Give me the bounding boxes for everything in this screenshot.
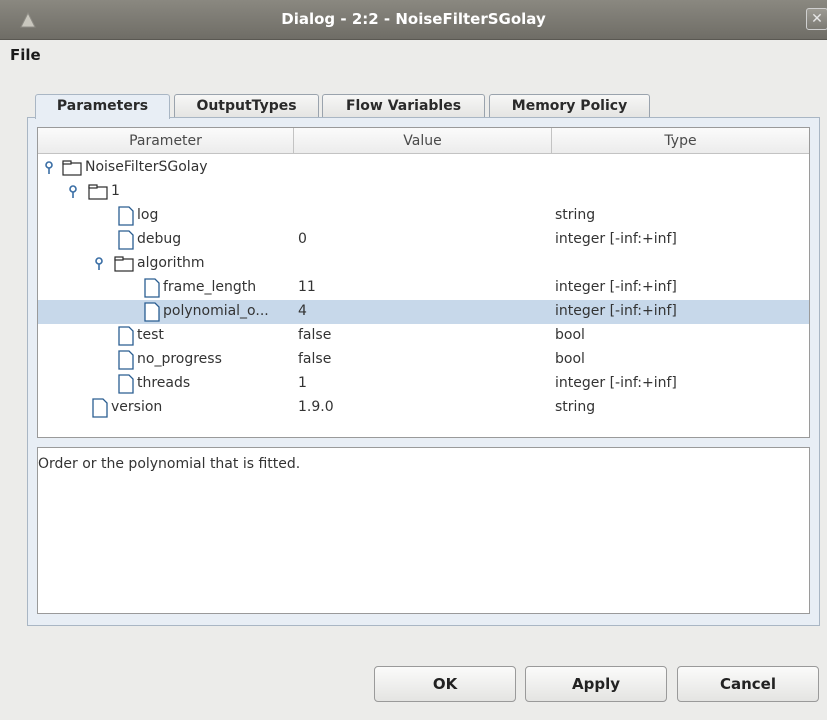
folder-icon (88, 184, 108, 200)
parameter-name: NoiseFilterSGolay (85, 159, 208, 175)
parameter-name: frame_length (163, 279, 257, 295)
file-icon (92, 398, 108, 418)
expand-toggle-icon[interactable] (68, 185, 78, 199)
table-header: Parameter Value Type (38, 128, 809, 154)
parameter-type: integer [-inf:+inf] (555, 303, 677, 319)
parameter-type: bool (555, 327, 585, 343)
parameter-description-panel: Order or the polynomial that is fitted. (37, 447, 810, 614)
parameter-value[interactable]: false (298, 327, 331, 343)
file-icon (144, 302, 160, 322)
column-header-parameter[interactable]: Parameter (38, 128, 294, 154)
tab-flow-variables[interactable]: Flow Variables (322, 94, 485, 119)
parameter-value[interactable]: 1.9.0 (298, 399, 334, 415)
tree-row-no-progress[interactable]: no_progress false bool (38, 348, 809, 372)
file-icon (144, 278, 160, 298)
parameter-type: string (555, 207, 596, 223)
parameter-value[interactable]: 11 (298, 279, 316, 295)
window-title: Dialog - 2:2 - NoiseFilterSGolay (281, 10, 546, 28)
parameter-type: integer [-inf:+inf] (555, 375, 677, 391)
parameter-name: polynomial_o... (163, 303, 269, 319)
parameter-type: integer [-inf:+inf] (555, 279, 677, 295)
title-bar: Dialog - 2:2 - NoiseFilterSGolay ✕ (0, 0, 827, 40)
parameter-value[interactable]: false (298, 351, 331, 367)
column-header-type[interactable]: Type (552, 128, 809, 154)
parameter-name: test (137, 327, 164, 343)
parameter-description: Order or the polynomial that is fitted. (38, 456, 301, 472)
tab-output-types[interactable]: OutputTypes (174, 94, 319, 119)
tree-row-threads[interactable]: threads 1 integer [-inf:+inf] (38, 372, 809, 396)
file-icon (118, 206, 134, 226)
parameter-name: 1 (111, 183, 120, 199)
close-button[interactable]: ✕ (806, 8, 827, 30)
column-header-value[interactable]: Value (294, 128, 552, 154)
tree-row-log[interactable]: log string (38, 204, 809, 228)
expand-toggle-icon[interactable] (44, 161, 54, 175)
parameter-name: version (111, 399, 163, 415)
tree-row-polynomial-order[interactable]: polynomial_o... 4 integer [-inf:+inf] (38, 300, 809, 324)
parameter-table[interactable]: Parameter Value Type NoiseFilterSGolay 1… (37, 127, 810, 438)
tree-row-version[interactable]: version 1.9.0 string (38, 396, 809, 420)
tree-row-noisefiltersgolay[interactable]: NoiseFilterSGolay (38, 156, 809, 180)
tab-parameters[interactable]: Parameters (35, 94, 170, 119)
parameter-value[interactable]: 1 (298, 375, 307, 391)
file-icon (118, 350, 134, 370)
ok-button[interactable]: OK (374, 666, 516, 702)
folder-icon (114, 256, 134, 272)
parameter-type: bool (555, 351, 585, 367)
tree-row-debug[interactable]: debug 0 integer [-inf:+inf] (38, 228, 809, 252)
menu-file[interactable]: File (10, 46, 41, 64)
file-icon (118, 326, 134, 346)
parameter-value[interactable]: 4 (298, 303, 307, 319)
menu-bar: File (0, 40, 827, 72)
file-icon (118, 374, 134, 394)
tree-row-1[interactable]: 1 (38, 180, 809, 204)
tree-row-algorithm[interactable]: algorithm (38, 252, 809, 276)
parameter-name: debug (137, 231, 182, 247)
folder-icon (62, 160, 82, 176)
tree-row-test[interactable]: test false bool (38, 324, 809, 348)
cancel-button[interactable]: Cancel (677, 666, 819, 702)
parameter-name: no_progress (137, 351, 222, 367)
parameter-name: log (137, 207, 159, 223)
parameter-type: string (555, 399, 596, 415)
parameter-name: algorithm (137, 255, 205, 271)
parameter-value[interactable]: 0 (298, 231, 307, 247)
apply-button[interactable]: Apply (525, 666, 667, 702)
parameter-type: integer [-inf:+inf] (555, 231, 677, 247)
file-icon (118, 230, 134, 250)
expand-toggle-icon[interactable] (94, 257, 104, 271)
parameter-name: threads (137, 375, 191, 391)
tab-memory-policy[interactable]: Memory Policy (489, 94, 650, 119)
tree-row-frame-length[interactable]: frame_length 11 integer [-inf:+inf] (38, 276, 809, 300)
